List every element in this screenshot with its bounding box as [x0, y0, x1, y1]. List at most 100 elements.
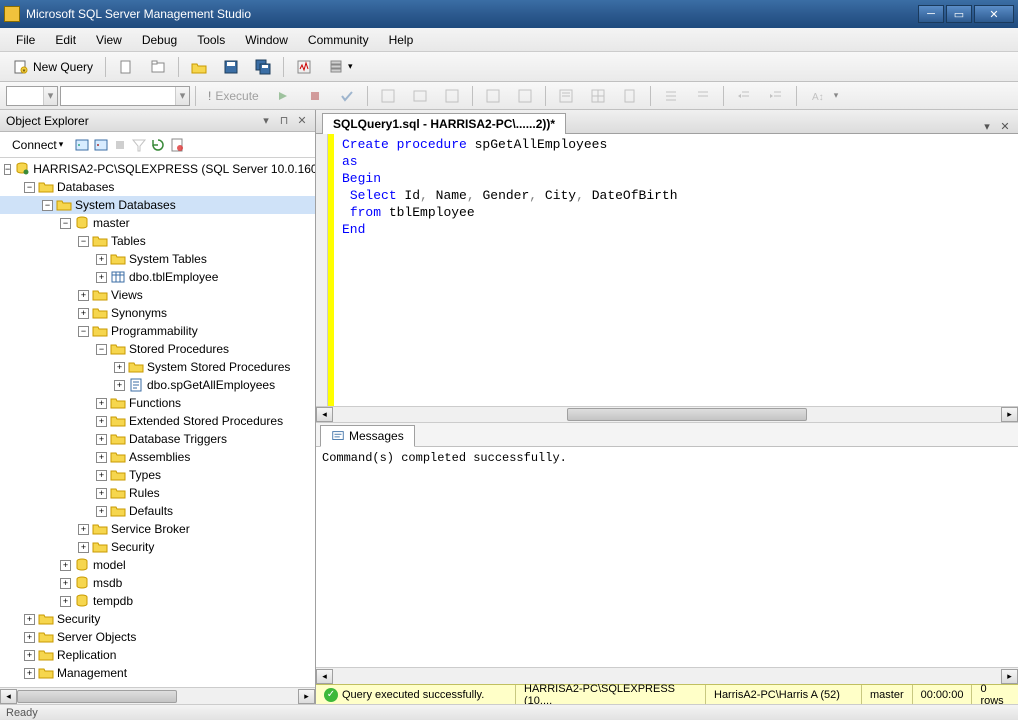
- tab-close-button[interactable]: ✕: [998, 119, 1012, 133]
- tree-node[interactable]: +System Tables: [0, 250, 315, 268]
- collapse-icon[interactable]: −: [60, 218, 71, 229]
- collapse-icon[interactable]: −: [78, 326, 89, 337]
- collapse-icon[interactable]: −: [4, 164, 11, 175]
- expand-icon[interactable]: +: [60, 578, 71, 589]
- expand-icon[interactable]: +: [78, 524, 89, 535]
- panel-pin-button[interactable]: ⊓: [277, 114, 291, 128]
- expand-icon[interactable]: +: [96, 416, 107, 427]
- tree-node[interactable]: +Replication: [0, 646, 315, 664]
- execute-button[interactable]: ! Execute: [201, 85, 266, 107]
- tree-node[interactable]: −Programmability: [0, 322, 315, 340]
- expand-icon[interactable]: +: [78, 542, 89, 553]
- expand-icon[interactable]: +: [96, 398, 107, 409]
- tree-node[interactable]: −Stored Procedures: [0, 340, 315, 358]
- tree-node[interactable]: −Databases: [0, 178, 315, 196]
- new-project-button[interactable]: [143, 56, 173, 78]
- tree-node[interactable]: +Database Triggers: [0, 430, 315, 448]
- collapse-icon[interactable]: −: [78, 236, 89, 247]
- menu-tools[interactable]: Tools: [187, 30, 235, 50]
- estimated-plan-button[interactable]: [373, 85, 403, 107]
- expand-icon[interactable]: +: [60, 560, 71, 571]
- expand-icon[interactable]: +: [24, 650, 35, 661]
- expand-icon[interactable]: +: [24, 668, 35, 679]
- intellisense-button[interactable]: [437, 85, 467, 107]
- menu-debug[interactable]: Debug: [132, 30, 187, 50]
- query-options-button[interactable]: [405, 85, 435, 107]
- activity-button[interactable]: [289, 56, 319, 78]
- database-combo-small[interactable]: ▾: [6, 86, 58, 106]
- tree-node[interactable]: +Defaults: [0, 502, 315, 520]
- uncomment-button[interactable]: [688, 85, 718, 107]
- menu-window[interactable]: Window: [235, 30, 298, 50]
- disconnect-icon[interactable]: [93, 137, 109, 153]
- code-editor[interactable]: Create procedure spGetAllEmployees as Be…: [316, 134, 1018, 406]
- expand-icon[interactable]: +: [96, 488, 107, 499]
- tree-node[interactable]: −master: [0, 214, 315, 232]
- tree-node[interactable]: +tempdb: [0, 592, 315, 610]
- tree-node[interactable]: +model: [0, 556, 315, 574]
- include-plan-button[interactable]: [478, 85, 508, 107]
- tree-node[interactable]: +dbo.tblEmployee: [0, 268, 315, 286]
- new-file-button[interactable]: [111, 56, 141, 78]
- include-stats-button[interactable]: [510, 85, 540, 107]
- panel-close-button[interactable]: ✕: [295, 114, 309, 128]
- tree-node[interactable]: +Views: [0, 286, 315, 304]
- tree-node[interactable]: −Tables: [0, 232, 315, 250]
- scroll-right-button[interactable]: ▸: [298, 689, 315, 704]
- expand-icon[interactable]: +: [24, 632, 35, 643]
- editor-hscrollbar[interactable]: ◂ ▸: [316, 406, 1018, 423]
- close-button[interactable]: ✕: [974, 5, 1014, 23]
- editor-tab[interactable]: SQLQuery1.sql - HARRISA2-PC\......2))*: [322, 113, 566, 134]
- msg-scroll-right[interactable]: ▸: [1001, 669, 1018, 684]
- tree-node[interactable]: +Security: [0, 610, 315, 628]
- menu-community[interactable]: Community: [298, 30, 379, 50]
- expand-icon[interactable]: +: [78, 290, 89, 301]
- expand-icon[interactable]: +: [96, 452, 107, 463]
- tree-node[interactable]: +Types: [0, 466, 315, 484]
- open-button[interactable]: [184, 56, 214, 78]
- filter-icon[interactable]: [131, 137, 147, 153]
- results-file-button[interactable]: [615, 85, 645, 107]
- refresh-icon[interactable]: [150, 137, 166, 153]
- expand-icon[interactable]: +: [96, 470, 107, 481]
- messages-tab[interactable]: Messages: [320, 425, 415, 447]
- tree-node[interactable]: +msdb: [0, 574, 315, 592]
- save-all-button[interactable]: [248, 56, 278, 78]
- object-explorer-tree[interactable]: −HARRISA2-PC\SQLEXPRESS (SQL Server 10.0…: [0, 158, 315, 687]
- scroll-thumb[interactable]: [17, 690, 177, 703]
- decrease-indent-button[interactable]: [729, 85, 759, 107]
- collapse-icon[interactable]: −: [24, 182, 35, 193]
- specify-values-button[interactable]: A↕: [802, 85, 832, 107]
- stop-icon-explorer[interactable]: [112, 137, 128, 153]
- expand-icon[interactable]: +: [60, 596, 71, 607]
- messages-hscrollbar[interactable]: ◂ ▸: [316, 667, 1018, 684]
- tree-node[interactable]: +System Stored Procedures: [0, 358, 315, 376]
- panel-dropdown-button[interactable]: ▾: [259, 114, 273, 128]
- save-button[interactable]: [216, 56, 246, 78]
- tree-node[interactable]: +dbo.spGetAllEmployees: [0, 376, 315, 394]
- connect-object-explorer-icon[interactable]: [74, 137, 90, 153]
- expand-icon[interactable]: +: [96, 506, 107, 517]
- stop-button[interactable]: [300, 85, 330, 107]
- new-query-button[interactable]: ★ New Query: [6, 56, 100, 78]
- report-icon[interactable]: [169, 137, 185, 153]
- tree-node[interactable]: +Service Broker: [0, 520, 315, 538]
- tree-node[interactable]: +Security: [0, 538, 315, 556]
- tree-node[interactable]: +Extended Stored Procedures: [0, 412, 315, 430]
- tree-node[interactable]: +Synonyms: [0, 304, 315, 322]
- results-grid-button[interactable]: [583, 85, 613, 107]
- tree-node[interactable]: −System Databases: [0, 196, 315, 214]
- parse-button[interactable]: [332, 85, 362, 107]
- messages-body[interactable]: Command(s) completed successfully.: [316, 447, 1018, 667]
- tab-list-button[interactable]: ▾: [980, 119, 994, 133]
- tree-node[interactable]: −HARRISA2-PC\SQLEXPRESS (SQL Server 10.0…: [0, 160, 315, 178]
- expand-icon[interactable]: +: [114, 380, 125, 391]
- expand-icon[interactable]: +: [96, 254, 107, 265]
- expand-icon[interactable]: +: [24, 614, 35, 625]
- menu-file[interactable]: File: [6, 30, 45, 50]
- msg-scroll-left[interactable]: ◂: [316, 669, 333, 684]
- collapse-icon[interactable]: −: [42, 200, 53, 211]
- expand-icon[interactable]: +: [114, 362, 125, 373]
- increase-indent-button[interactable]: [761, 85, 791, 107]
- menu-edit[interactable]: Edit: [45, 30, 86, 50]
